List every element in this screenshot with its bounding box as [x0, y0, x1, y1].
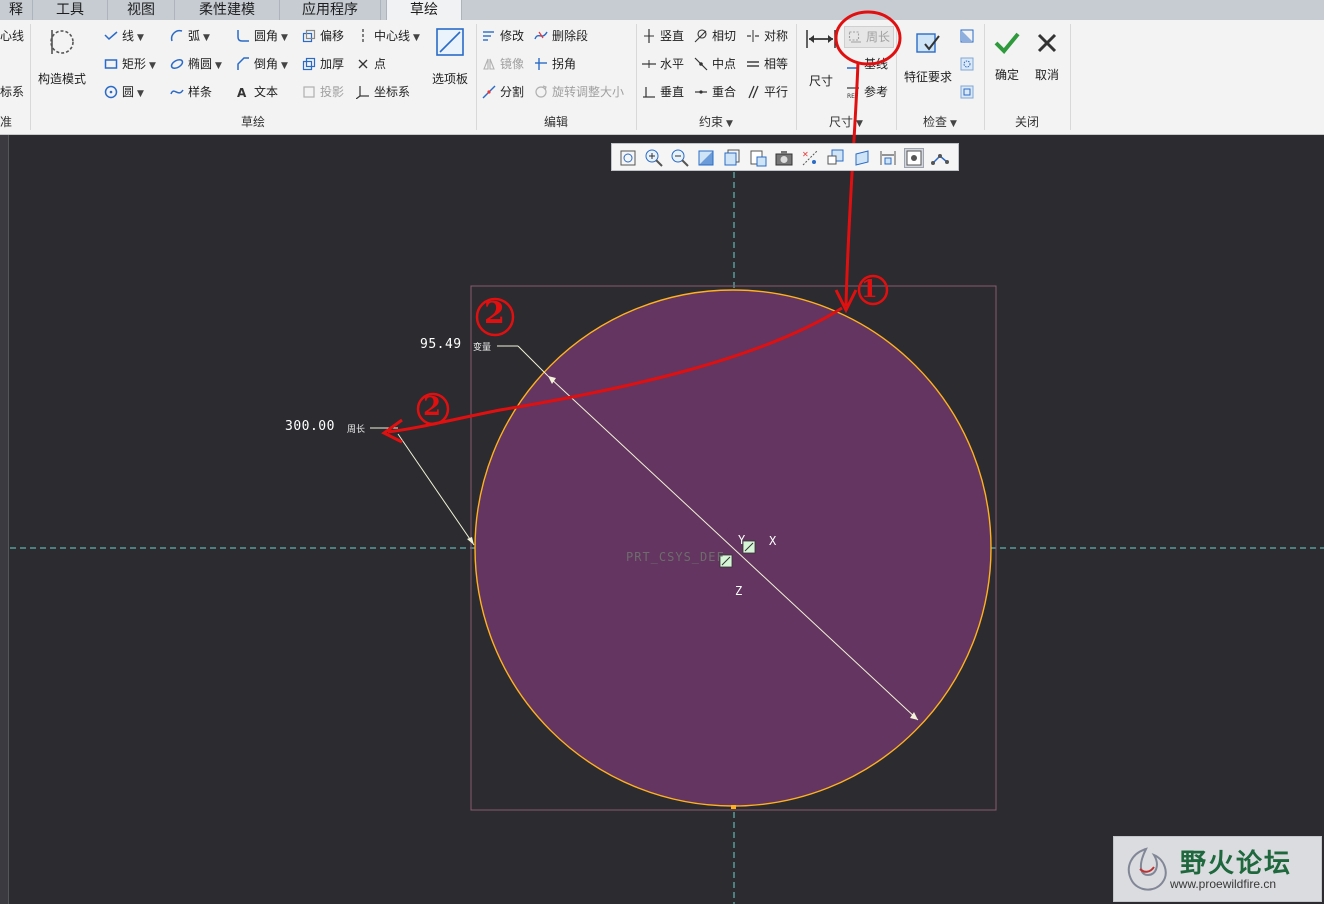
- diameter-dimension-value[interactable]: 95.49: [420, 337, 462, 352]
- csys-z-label: Z: [735, 584, 743, 598]
- constraint-display-icon: [906, 150, 922, 166]
- perimeter-dimension-value[interactable]: 300.00: [285, 419, 335, 434]
- annotation-number-1: 1: [861, 274, 878, 303]
- refit-button[interactable]: [618, 148, 638, 168]
- dimension-display-icon: [880, 151, 896, 165]
- watermark-url: www.proewildfire.cn: [1170, 877, 1277, 891]
- forum-watermark: 野火论坛 www.proewildfire.cn: [1113, 836, 1322, 902]
- svg-text:✕: ✕: [802, 150, 809, 159]
- saved-orientations-icon: [750, 150, 767, 167]
- diameter-leader: [517, 345, 549, 377]
- vertex-display-icon: [931, 154, 949, 165]
- annotation-number-2-bottom: 2: [423, 392, 442, 422]
- zoom-in-icon: [645, 149, 663, 167]
- zoom-out-icon: [671, 149, 689, 167]
- sketch-canvas: [10, 10, 1324, 904]
- perimeter-dimension-tag: 周长: [347, 425, 366, 435]
- dimension-display-button[interactable]: [878, 148, 898, 168]
- perimeter-leader: [397, 433, 475, 546]
- csys-y-label: Y: [738, 533, 746, 547]
- perspective-icon: ✕: [802, 150, 818, 166]
- app-window: 释 工具 视图 柔性建模 应用程序 草绘 心线 标系 准 构造模式 线 ▼ 矩形 ▼…: [0, 0, 1324, 904]
- refit-icon: [620, 150, 636, 166]
- repaint-button[interactable]: [696, 148, 716, 168]
- csys-x-label: X: [769, 534, 777, 548]
- annotation-display-icon: [827, 149, 844, 165]
- sketch-vertex[interactable]: [731, 805, 736, 809]
- datum-display-icon: [855, 150, 869, 166]
- csys-name-label: PRT_CSYS_DEF: [626, 550, 725, 564]
- saved-orientations-button[interactable]: [748, 148, 768, 168]
- watermark-title: 野火论坛: [1180, 849, 1293, 879]
- graphics-toolbar: ✕: [611, 143, 959, 171]
- annotation-display-button[interactable]: [826, 148, 846, 168]
- zoom-in-button[interactable]: [644, 148, 664, 168]
- vertex-display-button[interactable]: [930, 148, 950, 168]
- flame-logo-icon: [1127, 847, 1167, 891]
- camera-icon: [775, 151, 793, 166]
- constraint-display-button[interactable]: [904, 148, 924, 168]
- view-manager-button[interactable]: [774, 148, 794, 168]
- annotation-number-2-top: 2: [484, 296, 505, 331]
- display-style-icon: [724, 149, 740, 166]
- annotation-arrow: [844, 61, 860, 307]
- display-style-button[interactable]: [722, 148, 742, 168]
- diameter-dimension-tag: 变量: [473, 343, 492, 353]
- zoom-out-button[interactable]: [670, 148, 690, 168]
- annotation-circle: [834, 10, 902, 66]
- datum-display-button[interactable]: [852, 148, 872, 168]
- repaint-icon: [698, 150, 714, 166]
- perspective-button[interactable]: ✕: [800, 148, 820, 168]
